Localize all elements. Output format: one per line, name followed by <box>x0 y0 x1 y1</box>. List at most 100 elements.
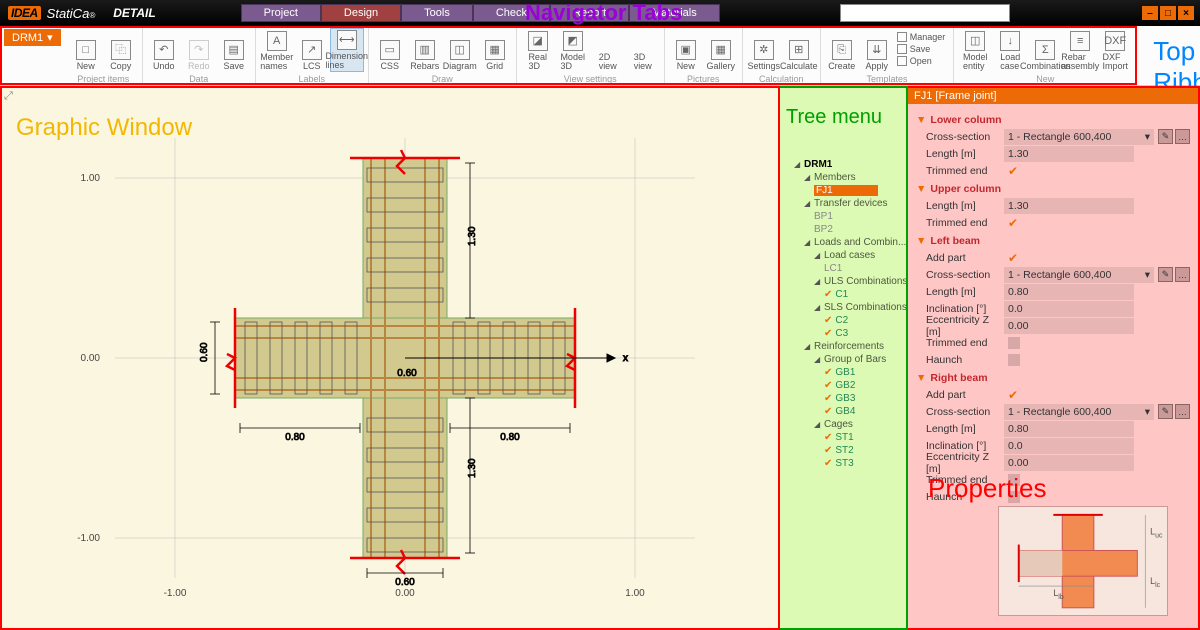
tree-item-C2[interactable]: ✔C2 <box>824 314 904 327</box>
prop-edit-btn[interactable]: … <box>1175 267 1190 282</box>
tree-item-ST3[interactable]: ✔ST3 <box>824 457 904 470</box>
tree-item-BP1[interactable]: BP1 <box>814 210 904 223</box>
drawing-canvas[interactable]: 1.00 0.00 -1.00 -1.00 0.00 1.00 <box>52 118 758 598</box>
search-input[interactable] <box>840 4 1010 22</box>
ribbon-btn-lcs[interactable]: ↗LCS <box>295 28 329 72</box>
prop-value[interactable]: 1.30 <box>1004 198 1134 214</box>
ribbon-btn-create[interactable]: ⎘Create <box>825 28 859 72</box>
tree-item-ST1[interactable]: ✔ST1 <box>824 431 904 444</box>
ribbon-btn-real-3d[interactable]: ◪Real3D <box>521 28 555 72</box>
ribbon-btn-redo[interactable]: ↷Redo <box>182 28 216 72</box>
ribbon-btn-rebars[interactable]: ▥Rebars <box>408 28 442 72</box>
ribbon-link-open[interactable]: Open <box>897 56 946 66</box>
close-button[interactable]: × <box>1178 6 1194 20</box>
tree-item-GB1[interactable]: ✔GB1 <box>824 366 904 379</box>
ribbon-btn-dxf-import[interactable]: DXFDXFImport <box>1098 28 1132 72</box>
tree-members[interactable]: ◢Members <box>804 171 904 184</box>
svg-text:0.60: 0.60 <box>199 342 210 362</box>
tree-loads[interactable]: ◢Loads and Combin... <box>804 236 904 249</box>
prop-edit-btn[interactable]: ✎ <box>1158 129 1173 144</box>
ribbon-btn-gallery[interactable]: ▦Gallery <box>704 28 738 72</box>
prop-edit-btn[interactable]: … <box>1175 404 1190 419</box>
prop-section-right-beam[interactable]: ▼Right beam <box>916 372 1190 384</box>
ribbon-btn-grid[interactable]: ▦Grid <box>478 28 512 72</box>
svg-text:1.30: 1.30 <box>467 226 478 246</box>
tree-item-C3[interactable]: ✔C3 <box>824 327 904 340</box>
prop-value[interactable]: 0.80 <box>1004 421 1134 437</box>
ribbon-btn-model-entity[interactable]: ◫Modelentity <box>958 28 992 72</box>
ribbon-btn-combination[interactable]: ΣCombination <box>1028 28 1062 72</box>
tree-item-LC1[interactable]: LC1 <box>824 262 904 275</box>
ribbon-link-save[interactable]: Save <box>897 44 946 54</box>
ribbon-btn-model-3d[interactable]: ◩Model3D <box>556 28 590 72</box>
ribbon-btn-member-names[interactable]: AMembernames <box>260 28 294 72</box>
ribbon-btn-dimension-lines[interactable]: ⟷Dimensionlines <box>330 28 364 72</box>
prop-checkbox[interactable] <box>1008 337 1020 349</box>
tree-bars[interactable]: ◢Group of Bars <box>814 353 904 366</box>
properties-preview: Llb Luc Llc <box>998 506 1168 616</box>
tree-root[interactable]: ◢DRM1 <box>794 158 904 171</box>
prop-check[interactable]: ✔ <box>1008 216 1018 230</box>
prop-combo[interactable]: 1 - Rectangle 600,400▾ <box>1004 267 1154 283</box>
prop-checkbox[interactable] <box>1008 354 1020 366</box>
ribbon-btn-apply[interactable]: ⇊Apply <box>860 28 894 72</box>
tree-cages[interactable]: ◢Cages <box>814 418 904 431</box>
navigator-tree[interactable]: ◢DRM1◢MembersFJ1◢Transfer devicesBP1BP2◢… <box>784 158 904 470</box>
ribbon-btn-calculate[interactable]: ⊞Calculate <box>782 28 816 72</box>
app-logo: IDEA StatiCa® DETAIL <box>8 6 156 21</box>
ribbon-btn-css[interactable]: ▭CSS <box>373 28 407 72</box>
prop-row-add-part: Add part✔ <box>916 249 1190 266</box>
prop-combo[interactable]: 1 - Rectangle 600,400▾ <box>1004 404 1154 420</box>
prop-value[interactable]: 0.0 <box>1004 438 1134 454</box>
ribbon-btn-new[interactable]: ▣New <box>669 28 703 72</box>
ribbon-btn-rebar-assembly[interactable]: ≡Rebarassembly <box>1063 28 1097 72</box>
ribbon-btn-2d-view[interactable]: 2Dview <box>591 28 625 72</box>
maximize-button[interactable]: □ <box>1160 6 1176 20</box>
tree-uls[interactable]: ◢ULS Combinations <box>814 275 904 288</box>
tree-sls[interactable]: ◢SLS Combinations <box>814 301 904 314</box>
prop-check[interactable]: ✔ <box>1008 388 1018 402</box>
ribbon-group-calculation: ✲Settings⊞CalculateCalculation <box>743 26 821 85</box>
prop-section-upper-column[interactable]: ▼Upper column <box>916 183 1190 195</box>
prop-value[interactable]: 0.00 <box>1004 318 1134 334</box>
tree-item-GB3[interactable]: ✔GB3 <box>824 392 904 405</box>
tree-item-FJ1[interactable]: FJ1 <box>814 184 904 197</box>
tree-item-ST2[interactable]: ✔ST2 <box>824 444 904 457</box>
graphic-window[interactable]: ⤢ Graphic Window 1.00 0.00 -1.00 -1.00 0… <box>0 86 780 630</box>
titlebar-search[interactable] <box>840 4 1010 22</box>
project-item-selector[interactable]: DRM1 ▾ <box>4 29 61 46</box>
ribbon-btn-save[interactable]: ▤Save <box>217 28 251 72</box>
prop-check[interactable]: ✔ <box>1008 164 1018 178</box>
prop-edit-btn[interactable]: ✎ <box>1158 267 1173 282</box>
prop-value[interactable]: 0.0 <box>1004 301 1134 317</box>
tree-reinf[interactable]: ◢Reinforcements <box>804 340 904 353</box>
ribbon-btn-3d-view[interactable]: 3Dview <box>626 28 660 72</box>
ribbon-btn-settings[interactable]: ✲Settings <box>747 28 781 72</box>
prop-row-eccentricity-z-m-: Eccentricity Z [m]0.00 <box>916 454 1190 471</box>
tree-transfer[interactable]: ◢Transfer devices <box>804 197 904 210</box>
tree-item-BP2[interactable]: BP2 <box>814 223 904 236</box>
ribbon-btn-copy[interactable]: ⿻Copy <box>104 28 138 72</box>
nav-tab-project[interactable]: Project <box>241 4 321 22</box>
ribbon-link-manager[interactable]: Manager <box>897 32 946 42</box>
expand-icon[interactable]: ⤢ <box>4 90 13 103</box>
prop-value[interactable]: 0.80 <box>1004 284 1134 300</box>
ribbon-btn-new[interactable]: □New <box>69 28 103 72</box>
tree-item-GB4[interactable]: ✔GB4 <box>824 405 904 418</box>
prop-edit-btn[interactable]: … <box>1175 129 1190 144</box>
prop-check[interactable]: ✔ <box>1008 251 1018 265</box>
ribbon-btn-diagram[interactable]: ◫Diagram <box>443 28 477 72</box>
ribbon-btn-undo[interactable]: ↶Undo <box>147 28 181 72</box>
prop-section-lower-column[interactable]: ▼Lower column <box>916 114 1190 126</box>
prop-combo[interactable]: 1 - Rectangle 600,400▾ <box>1004 129 1154 145</box>
prop-edit-btn[interactable]: ✎ <box>1158 404 1173 419</box>
prop-value[interactable]: 1.30 <box>1004 146 1134 162</box>
tree-loadcases[interactable]: ◢Load cases <box>814 249 904 262</box>
tree-item-GB2[interactable]: ✔GB2 <box>824 379 904 392</box>
prop-value[interactable]: 0.00 <box>1004 455 1134 471</box>
minimize-button[interactable]: – <box>1142 6 1158 20</box>
nav-tab-tools[interactable]: Tools <box>401 4 473 22</box>
prop-section-left-beam[interactable]: ▼Left beam <box>916 235 1190 247</box>
tree-item-C1[interactable]: ✔C1 <box>824 288 904 301</box>
nav-tab-design[interactable]: Design <box>321 4 401 22</box>
